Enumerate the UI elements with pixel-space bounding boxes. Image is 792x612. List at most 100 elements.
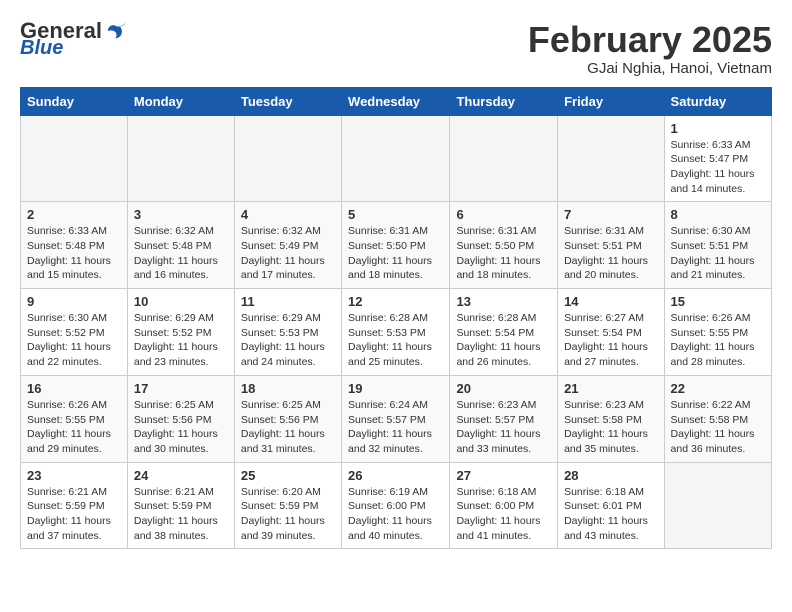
day-info: Sunrise: 6:18 AM Sunset: 6:01 PM Dayligh… (564, 485, 657, 544)
day-number: 23 (27, 468, 121, 483)
day-number: 6 (456, 207, 551, 222)
day-info: Sunrise: 6:21 AM Sunset: 5:59 PM Dayligh… (27, 485, 121, 544)
calendar-week-row: 9 Sunrise: 6:30 AM Sunset: 5:52 PM Daylig… (21, 289, 772, 376)
calendar-week-row: 16 Sunrise: 6:26 AM Sunset: 5:55 PM Dayli… (21, 375, 772, 462)
calendar-day-header: Thursday (450, 87, 558, 115)
day-number: 8 (671, 207, 765, 222)
calendar-day-header: Friday (558, 87, 664, 115)
day-number: 9 (27, 294, 121, 309)
calendar-day-cell: 4 Sunrise: 6:32 AM Sunset: 5:49 PM Daylig… (234, 202, 341, 289)
day-info: Sunrise: 6:23 AM Sunset: 5:58 PM Dayligh… (564, 398, 657, 457)
calendar-day-cell: 6 Sunrise: 6:31 AM Sunset: 5:50 PM Daylig… (450, 202, 558, 289)
day-number: 4 (241, 207, 335, 222)
calendar-day-cell: 18 Sunrise: 6:25 AM Sunset: 5:56 PM Dayli… (234, 375, 341, 462)
calendar-day-cell (342, 115, 450, 202)
calendar-header-row: SundayMondayTuesdayWednesdayThursdayFrid… (21, 87, 772, 115)
day-info: Sunrise: 6:18 AM Sunset: 6:00 PM Dayligh… (456, 485, 551, 544)
calendar-day-header: Tuesday (234, 87, 341, 115)
day-info: Sunrise: 6:26 AM Sunset: 5:55 PM Dayligh… (27, 398, 121, 457)
calendar-day-cell: 10Sunrise: 6:29 AM Sunset: 5:52 PM Dayli… (127, 289, 234, 376)
calendar-day-cell: 15 Sunrise: 6:26 AM Sunset: 5:55 PM Dayli… (664, 289, 771, 376)
location: GJai Nghia, Hanoi, Vietnam (528, 60, 772, 77)
calendar-day-cell (234, 115, 341, 202)
calendar-day-cell: 11 Sunrise: 6:29 AM Sunset: 5:53 PM Dayli… (234, 289, 341, 376)
day-info: Sunrise: 6:29 AM Sunset: 5:52 PM Dayligh… (134, 311, 228, 370)
day-number: 22 (671, 381, 765, 396)
day-number: 13 (456, 294, 551, 309)
calendar-day-header: Monday (127, 87, 234, 115)
day-info: Sunrise: 6:31 AM Sunset: 5:50 PM Dayligh… (456, 224, 551, 283)
calendar-day-cell: 21 Sunrise: 6:23 AM Sunset: 5:58 PM Dayli… (558, 375, 664, 462)
calendar-day-cell: 7 Sunrise: 6:31 AM Sunset: 5:51 PM Daylig… (558, 202, 664, 289)
calendar-day-cell: 12 Sunrise: 6:28 AM Sunset: 5:53 PM Dayli… (342, 289, 450, 376)
calendar-day-cell (21, 115, 128, 202)
title-block: February 2025 GJai Nghia, Hanoi, Vietnam (528, 20, 772, 77)
calendar-day-cell: 14 Sunrise: 6:27 AM Sunset: 5:54 PM Dayli… (558, 289, 664, 376)
day-number: 14 (564, 294, 657, 309)
day-info: Sunrise: 6:24 AM Sunset: 5:57 PM Dayligh… (348, 398, 443, 457)
calendar-day-cell (450, 115, 558, 202)
calendar-day-cell: 9 Sunrise: 6:30 AM Sunset: 5:52 PM Daylig… (21, 289, 128, 376)
day-info: Sunrise: 6:23 AM Sunset: 5:57 PM Dayligh… (456, 398, 551, 457)
calendar-day-cell: 2 Sunrise: 6:33 AM Sunset: 5:48 PM Daylig… (21, 202, 128, 289)
day-number: 28 (564, 468, 657, 483)
day-info: Sunrise: 6:25 AM Sunset: 5:56 PM Dayligh… (241, 398, 335, 457)
calendar-day-cell: 3Sunrise: 6:32 AM Sunset: 5:48 PM Daylig… (127, 202, 234, 289)
calendar-day-cell (127, 115, 234, 202)
day-info: Sunrise: 6:27 AM Sunset: 5:54 PM Dayligh… (564, 311, 657, 370)
calendar-day-cell: 8Sunrise: 6:30 AM Sunset: 5:51 PM Daylig… (664, 202, 771, 289)
day-number: 17 (134, 381, 228, 396)
day-info: Sunrise: 6:22 AM Sunset: 5:58 PM Dayligh… (671, 398, 765, 457)
logo: General Blue (20, 20, 128, 58)
day-number: 7 (564, 207, 657, 222)
day-number: 1 (671, 121, 765, 136)
day-info: Sunrise: 6:26 AM Sunset: 5:55 PM Dayligh… (671, 311, 765, 370)
day-info: Sunrise: 6:25 AM Sunset: 5:56 PM Dayligh… (134, 398, 228, 457)
day-info: Sunrise: 6:20 AM Sunset: 5:59 PM Dayligh… (241, 485, 335, 544)
calendar-day-header: Sunday (21, 87, 128, 115)
calendar-week-row: 23 Sunrise: 6:21 AM Sunset: 5:59 PM Dayli… (21, 462, 772, 549)
calendar-day-cell: 22 Sunrise: 6:22 AM Sunset: 5:58 PM Dayli… (664, 375, 771, 462)
day-number: 26 (348, 468, 443, 483)
calendar-week-row: 2 Sunrise: 6:33 AM Sunset: 5:48 PM Daylig… (21, 202, 772, 289)
calendar-day-cell: 19Sunrise: 6:24 AM Sunset: 5:57 PM Dayli… (342, 375, 450, 462)
calendar-day-cell: 24Sunrise: 6:21 AM Sunset: 5:59 PM Dayli… (127, 462, 234, 549)
calendar-day-cell: 28 Sunrise: 6:18 AM Sunset: 6:01 PM Dayli… (558, 462, 664, 549)
day-info: Sunrise: 6:29 AM Sunset: 5:53 PM Dayligh… (241, 311, 335, 370)
month-title: February 2025 (528, 20, 772, 60)
calendar-day-cell (664, 462, 771, 549)
calendar-day-cell: 20 Sunrise: 6:23 AM Sunset: 5:57 PM Dayli… (450, 375, 558, 462)
day-info: Sunrise: 6:31 AM Sunset: 5:51 PM Dayligh… (564, 224, 657, 283)
day-number: 3 (134, 207, 228, 222)
calendar-day-header: Wednesday (342, 87, 450, 115)
calendar-day-cell: 1Sunrise: 6:33 AM Sunset: 5:47 PM Daylig… (664, 115, 771, 202)
calendar-week-row: 1Sunrise: 6:33 AM Sunset: 5:47 PM Daylig… (21, 115, 772, 202)
day-info: Sunrise: 6:30 AM Sunset: 5:52 PM Dayligh… (27, 311, 121, 370)
day-info: Sunrise: 6:31 AM Sunset: 5:50 PM Dayligh… (348, 224, 443, 283)
day-number: 18 (241, 381, 335, 396)
calendar-day-cell: 16 Sunrise: 6:26 AM Sunset: 5:55 PM Dayli… (21, 375, 128, 462)
day-info: Sunrise: 6:32 AM Sunset: 5:49 PM Dayligh… (241, 224, 335, 283)
day-number: 16 (27, 381, 121, 396)
day-number: 21 (564, 381, 657, 396)
calendar-day-cell: 27 Sunrise: 6:18 AM Sunset: 6:00 PM Dayli… (450, 462, 558, 549)
calendar-day-cell: 25 Sunrise: 6:20 AM Sunset: 5:59 PM Dayli… (234, 462, 341, 549)
day-number: 12 (348, 294, 443, 309)
day-info: Sunrise: 6:33 AM Sunset: 5:48 PM Dayligh… (27, 224, 121, 283)
logo-bird-icon (106, 20, 128, 42)
calendar-day-cell: 17 Sunrise: 6:25 AM Sunset: 5:56 PM Dayli… (127, 375, 234, 462)
logo-blue: Blue (20, 38, 63, 58)
day-number: 11 (241, 294, 335, 309)
calendar-day-cell (558, 115, 664, 202)
day-number: 5 (348, 207, 443, 222)
day-number: 27 (456, 468, 551, 483)
calendar-day-cell: 13 Sunrise: 6:28 AM Sunset: 5:54 PM Dayli… (450, 289, 558, 376)
day-number: 20 (456, 381, 551, 396)
day-info: Sunrise: 6:28 AM Sunset: 5:54 PM Dayligh… (456, 311, 551, 370)
day-info: Sunrise: 6:21 AM Sunset: 5:59 PM Dayligh… (134, 485, 228, 544)
day-info: Sunrise: 6:19 AM Sunset: 6:00 PM Dayligh… (348, 485, 443, 544)
day-number: 25 (241, 468, 335, 483)
day-info: Sunrise: 6:28 AM Sunset: 5:53 PM Dayligh… (348, 311, 443, 370)
day-number: 15 (671, 294, 765, 309)
day-number: 2 (27, 207, 121, 222)
